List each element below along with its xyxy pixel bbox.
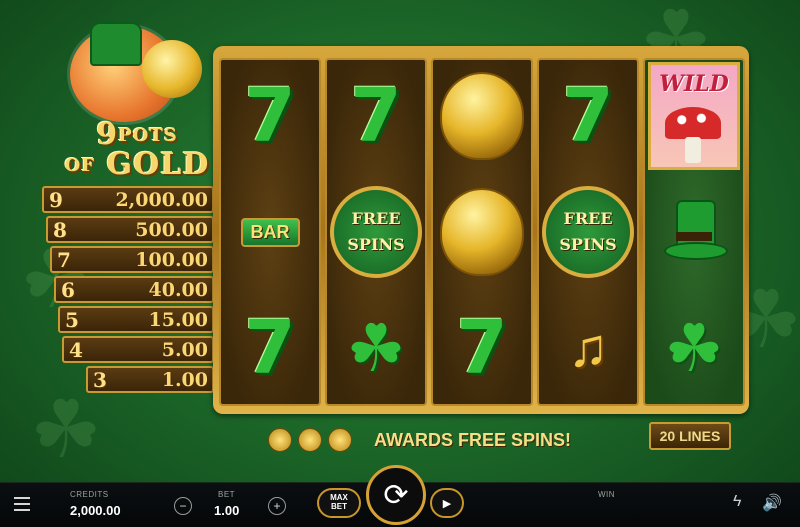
- awards-free-spins-text: AWARDS FREE SPINS!: [374, 429, 572, 450]
- reel-symbol: ☘: [645, 292, 743, 404]
- wild-label: WILD: [659, 71, 729, 97]
- reel-symbol: FREE SPINS: [539, 176, 637, 288]
- win-label: WIN: [598, 490, 616, 499]
- hat-band: [676, 232, 712, 241]
- game-logo: 9POTS OF GOLD: [62, 18, 212, 180]
- reel-symbol: 7: [221, 60, 319, 172]
- seven-symbol: 7: [562, 73, 614, 159]
- sound-icon[interactable]: 🔊: [762, 493, 782, 513]
- autoplay-button[interactable]: ▶: [430, 488, 464, 518]
- pot-coin-icon: [328, 428, 352, 452]
- mushroom-cap: [665, 107, 721, 139]
- reel-symbol: [645, 176, 743, 288]
- reel-symbol: ♫: [539, 292, 637, 404]
- paytable-row: 5 15.00: [58, 306, 214, 333]
- reel-symbol: 7: [433, 292, 531, 404]
- autoplay-icon: ▶: [442, 497, 452, 510]
- free-spins-line2: SPINS: [559, 235, 617, 254]
- credits-value: 2,000.00: [70, 503, 121, 518]
- free-spins-line1: FREE: [563, 209, 613, 229]
- paytable-amount: 40.00: [148, 278, 209, 301]
- reel-symbol: ☘: [327, 292, 425, 404]
- bet-increase-button[interactable]: +: [268, 497, 286, 515]
- reel-3: 7: [431, 58, 533, 406]
- spin-icon: ⟳: [383, 478, 409, 512]
- paytable-pots: 3: [93, 367, 107, 392]
- turbo-icon[interactable]: ϟ: [733, 493, 741, 511]
- pots-paytable: 9 2,000.00 8 500.00 7 100.00 6 40.00 5 15.00 …: [42, 186, 214, 396]
- seven-symbol: 7: [456, 305, 508, 391]
- title-of: OF: [64, 155, 96, 176]
- seven-symbol: 7: [244, 305, 296, 391]
- reel-2: 7 FREE SPINS ☘: [325, 58, 427, 406]
- mushroom-wild-icon: WILD: [648, 62, 740, 170]
- background-clover-icon: ☘: [30, 385, 102, 474]
- pot-of-gold-icon: [440, 188, 524, 276]
- seven-symbol: 7: [350, 73, 402, 159]
- max-bet-line2: BET: [331, 502, 347, 511]
- paytable-row: 8 500.00: [46, 216, 214, 243]
- reel-symbol: 7: [221, 292, 319, 404]
- paytable-pots: 6: [61, 277, 75, 302]
- paytable-amount: 500.00: [135, 218, 208, 241]
- paytable-pots: 5: [65, 307, 79, 332]
- pot-of-gold-icon: [440, 72, 524, 160]
- paytable-pots: 4: [69, 337, 83, 362]
- credits-label: CREDITS: [70, 490, 109, 499]
- logo-hat-icon: [90, 22, 142, 66]
- reel-symbol: [433, 60, 531, 172]
- spin-button[interactable]: ⟳: [366, 465, 426, 525]
- harp-icon: ♫: [567, 318, 609, 378]
- paytable-pots: 8: [53, 217, 67, 242]
- free-spins-line1: FREE: [351, 209, 401, 229]
- free-spins-symbol: FREE SPINS: [542, 186, 634, 278]
- mushroom-stem: [685, 137, 701, 163]
- pot-coin-icon: [298, 428, 322, 452]
- lines-button[interactable]: 20 LINES: [649, 422, 731, 450]
- reel-symbol: 7: [327, 60, 425, 172]
- bet-value: 1.00: [214, 503, 240, 518]
- reel-1: 7 BAR 7: [219, 58, 321, 406]
- bet-decrease-button[interactable]: −: [174, 497, 192, 515]
- reel-symbol: FREE SPINS: [327, 176, 425, 288]
- paytable-amount: 5.00: [161, 338, 208, 361]
- max-bet-button[interactable]: MAX BET: [317, 488, 361, 518]
- free-spins-info: AWARDS FREE SPINS!: [268, 426, 571, 454]
- reel-symbol: BAR: [221, 176, 319, 288]
- title-line2: GOLD: [106, 147, 210, 182]
- bar-symbol: BAR: [240, 217, 300, 247]
- paytable-pots: 7: [57, 247, 71, 272]
- reel-4: 7 FREE SPINS ♫: [537, 58, 639, 406]
- paytable-amount: 15.00: [148, 308, 209, 331]
- reel-5: WILD ☘: [643, 58, 745, 406]
- seven-symbol: 7: [244, 73, 296, 159]
- paytable-row: 6 40.00: [54, 276, 214, 303]
- free-spins-symbol: FREE SPINS: [330, 186, 422, 278]
- paytable-row: 7 100.00: [50, 246, 214, 273]
- paytable-row: 3 1.00: [86, 366, 214, 393]
- reel-symbol: 7: [539, 60, 637, 172]
- paytable-amount: 2,000.00: [115, 188, 208, 211]
- paytable-amount: 1.00: [161, 368, 208, 391]
- hat-brim: [664, 242, 728, 260]
- clover-icon: ☘: [664, 311, 724, 385]
- bet-label: BET: [218, 490, 236, 499]
- paytable-amount: 100.00: [135, 248, 208, 271]
- game-title: 9POTS OF GOLD: [62, 120, 212, 180]
- logo-gold-icon: [142, 40, 202, 98]
- paytable-row: 9 2,000.00: [42, 186, 214, 213]
- reel-frame: 7 BAR 7 7 FREE SPINS ☘ 7 7 FREE SPINS ♫: [213, 46, 749, 414]
- clover-icon: ☘: [346, 311, 406, 385]
- paytable-pots: 9: [49, 187, 63, 212]
- title-line1: POTS: [118, 125, 178, 146]
- free-spins-line2: SPINS: [347, 235, 405, 254]
- reel-symbol: WILD: [645, 60, 743, 172]
- leprechaun-hat-icon: [664, 200, 728, 264]
- paytable-row: 4 5.00: [62, 336, 214, 363]
- menu-icon[interactable]: [14, 497, 30, 511]
- pot-coin-icon: [268, 428, 292, 452]
- reel-symbol: [433, 176, 531, 288]
